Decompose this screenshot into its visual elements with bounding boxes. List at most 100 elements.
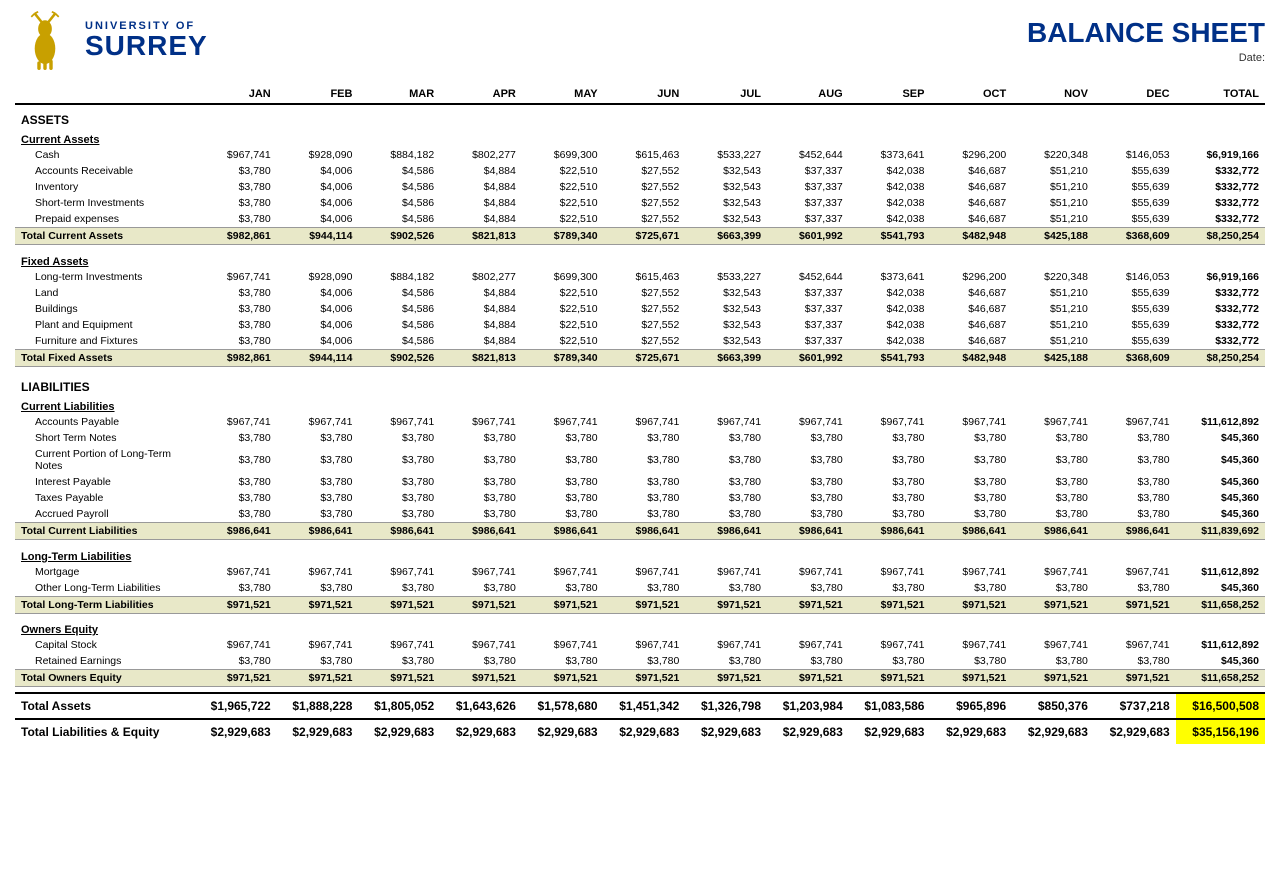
cell-value: $296,200 <box>930 269 1012 285</box>
cell-value: $3,780 <box>522 490 604 506</box>
subsection-header: Owners Equity <box>15 619 1265 637</box>
cell-value: $3,780 <box>930 653 1012 670</box>
cell-value: $3,780 <box>358 580 440 597</box>
cell-value: $37,337 <box>767 211 849 228</box>
cell-value: $27,552 <box>604 301 686 317</box>
cell-value: $971,521 <box>849 596 931 613</box>
cell-value: $11,612,892 <box>1176 637 1265 653</box>
row-label: Short-term Investments <box>15 195 195 211</box>
cell-value: $1,326,798 <box>685 693 767 719</box>
cell-value: $42,038 <box>849 179 931 195</box>
cell-value: $4,006 <box>277 333 359 350</box>
cell-value: $45,360 <box>1176 474 1265 490</box>
cell-value: $16,500,508 <box>1176 693 1265 719</box>
table-row: Plant and Equipment$3,780$4,006$4,586$4,… <box>15 317 1265 333</box>
row-label: Retained Earnings <box>15 653 195 670</box>
cell-value: $3,780 <box>849 430 931 446</box>
section-label: ASSETS <box>15 104 1265 129</box>
cell-value: $967,741 <box>604 564 686 580</box>
cell-value: $3,780 <box>195 430 277 446</box>
cell-value: $3,780 <box>1094 474 1176 490</box>
cell-value: $482,948 <box>930 228 1012 245</box>
cell-value: $42,038 <box>849 163 931 179</box>
cell-value: $967,741 <box>767 414 849 430</box>
page: UNIVERSITY OF SURREY BALANCE SHEET Date:… <box>0 0 1280 882</box>
cell-value: $32,543 <box>685 211 767 228</box>
cell-value: $3,780 <box>1094 446 1176 474</box>
cell-value: $533,227 <box>685 269 767 285</box>
cell-value: $3,780 <box>195 285 277 301</box>
cell-value: $3,780 <box>767 506 849 523</box>
cell-value: $967,741 <box>1012 414 1094 430</box>
cell-value: $22,510 <box>522 211 604 228</box>
cell-value: $967,741 <box>1094 564 1176 580</box>
title-area: BALANCE SHEET Date: <box>1027 17 1265 64</box>
cell-value: $3,780 <box>604 474 686 490</box>
cell-value: $967,741 <box>849 414 931 430</box>
table-row: Long-term Investments$967,741$928,090$88… <box>15 269 1265 285</box>
cell-value: $6,919,166 <box>1176 147 1265 163</box>
cell-value: $3,780 <box>358 474 440 490</box>
cell-value: $3,780 <box>522 446 604 474</box>
cell-value: $3,780 <box>685 580 767 597</box>
col-may: MAY <box>522 85 604 104</box>
cell-value: $967,741 <box>685 637 767 653</box>
cell-value: $452,644 <box>767 269 849 285</box>
logo-text: UNIVERSITY OF SURREY <box>85 20 208 60</box>
cell-value: $967,741 <box>358 414 440 430</box>
cell-value: $51,210 <box>1012 179 1094 195</box>
cell-value: $3,780 <box>440 506 522 523</box>
cell-value: $3,780 <box>930 490 1012 506</box>
cell-value: $2,929,683 <box>1094 719 1176 744</box>
cell-value: $967,741 <box>767 637 849 653</box>
date-label: Date: <box>1027 52 1265 64</box>
cell-value: $3,780 <box>685 474 767 490</box>
cell-value: $986,641 <box>849 523 931 540</box>
cell-value: $663,399 <box>685 349 767 366</box>
cell-value: $541,793 <box>849 349 931 366</box>
subsection-header: Long-Term Liabilities <box>15 546 1265 564</box>
cell-value: $22,510 <box>522 195 604 211</box>
cell-value: $971,521 <box>195 670 277 687</box>
cell-value: $821,813 <box>440 228 522 245</box>
cell-value: $2,929,683 <box>685 719 767 744</box>
cell-value: $1,643,626 <box>440 693 522 719</box>
cell-value: $967,741 <box>522 637 604 653</box>
cell-value: $884,182 <box>358 147 440 163</box>
cell-value: $663,399 <box>685 228 767 245</box>
cell-value: $27,552 <box>604 163 686 179</box>
cell-value: $11,612,892 <box>1176 414 1265 430</box>
cell-value: $967,741 <box>604 637 686 653</box>
cell-value: $541,793 <box>849 228 931 245</box>
cell-value: $4,884 <box>440 285 522 301</box>
row-label: Total Assets <box>15 693 195 719</box>
col-label <box>15 85 195 104</box>
cell-value: $971,521 <box>277 596 359 613</box>
cell-value: $3,780 <box>604 580 686 597</box>
row-label: Current Portion of Long-Term Notes <box>15 446 195 474</box>
subsection-label: Owners Equity <box>15 619 1265 637</box>
row-label: Furniture and Fixtures <box>15 333 195 350</box>
cell-value: $51,210 <box>1012 301 1094 317</box>
cell-value: $11,658,252 <box>1176 670 1265 687</box>
table-row: Short-term Investments$3,780$4,006$4,586… <box>15 195 1265 211</box>
row-label: Land <box>15 285 195 301</box>
cell-value: $32,543 <box>685 333 767 350</box>
cell-value: $967,741 <box>685 414 767 430</box>
cell-value: $425,188 <box>1012 228 1094 245</box>
cell-value: $4,884 <box>440 317 522 333</box>
cell-value: $22,510 <box>522 285 604 301</box>
cell-value: $3,780 <box>358 653 440 670</box>
cell-value: $32,543 <box>685 317 767 333</box>
table-row: Furniture and Fixtures$3,780$4,006$4,586… <box>15 333 1265 350</box>
col-mar: MAR <box>358 85 440 104</box>
table-row: Total Fixed Assets$982,861$944,114$902,5… <box>15 349 1265 366</box>
cell-value: $46,687 <box>930 211 1012 228</box>
cell-value: $615,463 <box>604 147 686 163</box>
cell-value: $3,780 <box>522 506 604 523</box>
cell-value: $3,780 <box>849 653 931 670</box>
cell-value: $4,586 <box>358 317 440 333</box>
row-label: Total Fixed Assets <box>15 349 195 366</box>
cell-value: $32,543 <box>685 195 767 211</box>
subsection-label: Long-Term Liabilities <box>15 546 1265 564</box>
